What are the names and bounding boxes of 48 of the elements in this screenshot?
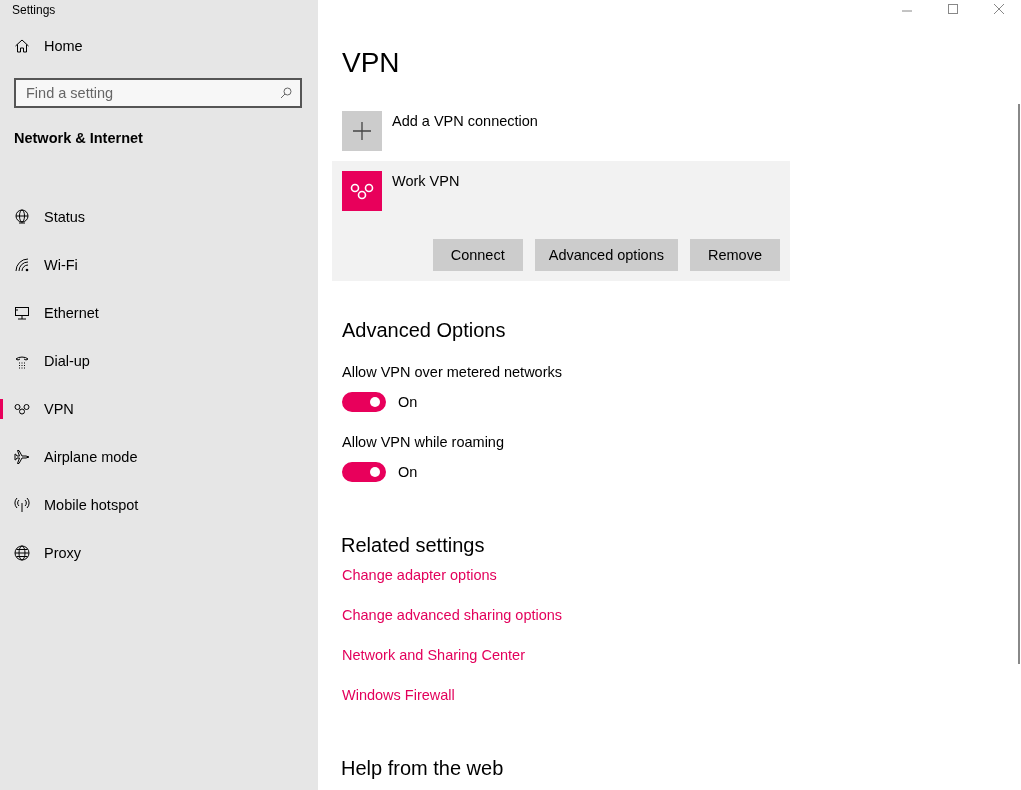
settings-link[interactable]: Windows Firewall [342, 687, 455, 703]
vpn-icon [350, 181, 374, 201]
nav-item[interactable]: Wi-Fi [0, 241, 318, 289]
connection-button[interactable]: Advanced options [534, 239, 678, 271]
search-field[interactable]: Find a setting [14, 78, 302, 108]
nav-item[interactable]: Ethernet [0, 289, 318, 337]
nav-item[interactable]: Status [0, 193, 318, 241]
nav-item[interactable]: Airplane mode [0, 433, 318, 481]
airplane-icon [14, 449, 30, 465]
nav-item[interactable]: Mobile hotspot [0, 481, 318, 529]
connection-button[interactable]: Connect [432, 239, 523, 271]
settings-link[interactable]: Network and Sharing Center [342, 647, 525, 663]
page-title: VPN [342, 47, 401, 80]
globe-monitor-icon [14, 209, 30, 225]
connection-name: Work VPN [392, 173, 460, 189]
settings-link[interactable]: Change advanced sharing options [342, 607, 563, 623]
dialup-icon [14, 353, 30, 369]
section-heading: Advanced Options [342, 319, 507, 343]
home-icon [14, 38, 30, 54]
scrollbar[interactable] [1018, 104, 1020, 664]
wifi-icon [14, 257, 30, 273]
ethernet-icon [14, 305, 30, 321]
toggle-label: Allow VPN over metered networks [342, 364, 563, 382]
section-heading: Help from the web [341, 757, 505, 780]
plus-icon [353, 122, 371, 140]
toggle-switch[interactable] [342, 462, 386, 482]
hotspot-icon [14, 497, 30, 513]
toggle-switch[interactable] [342, 392, 386, 412]
toggle-label: Allow VPN while roaming [342, 434, 505, 452]
window-title: Settings [11, 2, 57, 19]
settings-link[interactable]: Change adapter options [342, 567, 497, 583]
globe-icon [14, 545, 30, 561]
add-button[interactable] [342, 111, 382, 151]
home-link[interactable]: Home [14, 22, 83, 70]
section-heading: Related settings [341, 534, 486, 558]
toggle-state: On [398, 394, 418, 410]
connection-card[interactable]: Work VPN Connect Advanced options Remove [332, 161, 790, 281]
toggle-state: On [398, 464, 418, 480]
nav-item[interactable]: Proxy [0, 529, 318, 577]
search-icon [280, 87, 292, 99]
vpn-icon [14, 403, 30, 415]
connection-button[interactable]: Remove [690, 239, 780, 271]
nav-item[interactable]: Dial-up [0, 337, 318, 385]
close-icon[interactable] [993, 3, 1005, 15]
add-label[interactable]: Add a VPN connection [392, 113, 538, 129]
maximize-icon[interactable] [947, 3, 959, 15]
section-heading: Network & Internet [13, 129, 144, 148]
nav-item[interactable]: VPN [0, 385, 318, 433]
